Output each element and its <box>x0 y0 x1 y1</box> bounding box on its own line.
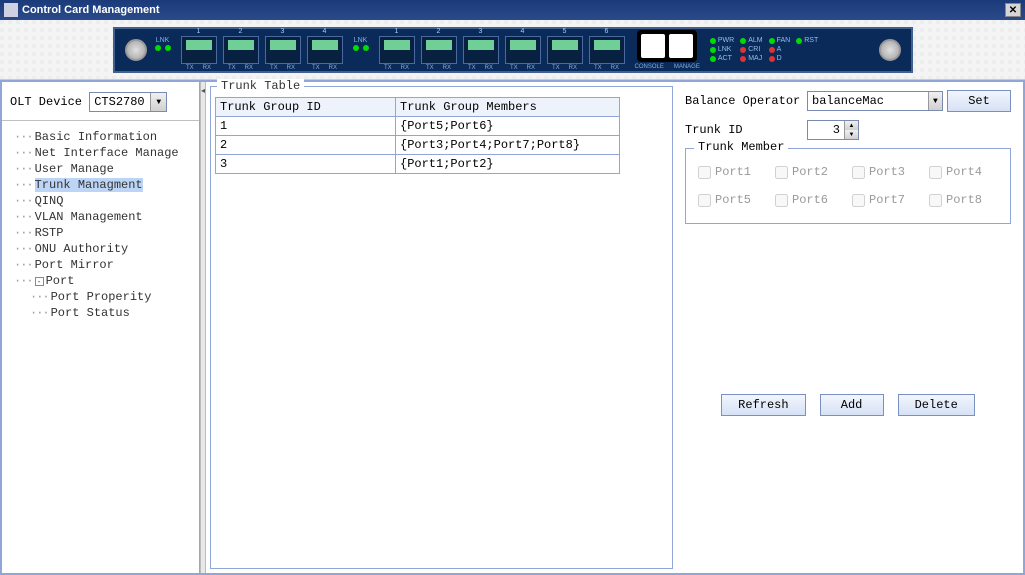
tree-node[interactable]: User Manage <box>6 161 195 177</box>
olt-device-label: OLT Device <box>10 95 82 109</box>
tree-node[interactable]: VLAN Management <box>6 209 195 225</box>
port-checkbox[interactable]: Port5 <box>698 193 767 207</box>
trunk-table-title: Trunk Table <box>217 79 304 93</box>
olt-device-combo[interactable]: ▼ <box>89 92 167 112</box>
tree-node[interactable]: ONU Authority <box>6 241 195 257</box>
tree-node[interactable]: Port Status <box>6 305 195 321</box>
splitter[interactable]: ◂ <box>200 82 206 573</box>
trunk-table-panel: Trunk Table Trunk Group ID Trunk Group M… <box>210 86 673 569</box>
device-knob-right <box>879 39 901 61</box>
trunk-member-fieldset: Trunk Member Port1Port2Port3Port4Port5Po… <box>685 148 1011 224</box>
window-title: Control Card Management <box>22 4 160 16</box>
device-image: LNK 1TXRX2TXRX3TXRX4TXRX LNK 1TXRX2TXRX3… <box>113 27 913 73</box>
trunk-id-label: Trunk ID <box>685 123 803 137</box>
col-trunk-group-members[interactable]: Trunk Group Members <box>396 98 620 117</box>
tree-node[interactable]: RSTP <box>6 225 195 241</box>
add-button[interactable]: Add <box>820 394 884 416</box>
tree-node[interactable]: QINQ <box>6 193 195 209</box>
balance-operator-combo[interactable]: ▼ <box>807 91 943 111</box>
refresh-button[interactable]: Refresh <box>721 394 805 416</box>
balance-operator-value[interactable] <box>808 92 928 110</box>
trunk-form: Balance Operator ▼ Set Trunk ID ▲▼ Trunk… <box>677 86 1019 569</box>
port-checkbox[interactable]: Port7 <box>852 193 921 207</box>
nav-tree[interactable]: Basic InformationNet Interface ManageUse… <box>2 121 199 573</box>
trunk-id-spinner[interactable]: ▲▼ <box>807 120 859 140</box>
device-knob-left <box>125 39 147 61</box>
trunk-member-legend: Trunk Member <box>694 140 788 154</box>
trunk-table[interactable]: Trunk Group ID Trunk Group Members 1{Por… <box>215 97 620 174</box>
titlebar: Control Card Management ✕ <box>0 0 1025 20</box>
trunk-id-value[interactable] <box>808 121 844 139</box>
tree-node[interactable]: Net Interface Manage <box>6 145 195 161</box>
tree-node-port[interactable]: -Port <box>6 273 195 289</box>
chevron-down-icon[interactable]: ▼ <box>150 93 166 111</box>
tree-node[interactable]: Port Mirror <box>6 257 195 273</box>
close-button[interactable]: ✕ <box>1005 3 1021 17</box>
port-checkbox[interactable]: Port3 <box>852 165 921 179</box>
olt-device-value[interactable] <box>90 93 150 111</box>
expander-icon[interactable]: - <box>35 277 44 286</box>
tree-node[interactable]: Port Properity <box>6 289 195 305</box>
col-trunk-group-id[interactable]: Trunk Group ID <box>216 98 396 117</box>
port-checkbox[interactable]: Port6 <box>775 193 844 207</box>
spinner-up-icon[interactable]: ▲ <box>844 121 858 130</box>
device-banner: LNK 1TXRX2TXRX3TXRX4TXRX LNK 1TXRX2TXRX3… <box>0 20 1025 80</box>
port-checkbox[interactable]: Port8 <box>929 193 998 207</box>
delete-button[interactable]: Delete <box>898 394 975 416</box>
spinner-down-icon[interactable]: ▼ <box>844 130 858 139</box>
tree-node[interactable]: Trunk Managment <box>6 177 195 193</box>
tree-node[interactable]: Basic Information <box>6 129 195 145</box>
chevron-down-icon[interactable]: ▼ <box>928 92 942 110</box>
balance-operator-label: Balance Operator <box>685 94 803 108</box>
port-checkbox[interactable]: Port4 <box>929 165 998 179</box>
table-row[interactable]: 1{Port5;Port6} <box>216 117 620 136</box>
chevron-left-icon: ◂ <box>201 86 205 95</box>
app-icon <box>4 3 18 17</box>
table-row[interactable]: 3{Port1;Port2} <box>216 155 620 174</box>
sidebar: OLT Device ▼ Basic InformationNet Interf… <box>2 82 200 573</box>
port-checkbox[interactable]: Port2 <box>775 165 844 179</box>
main-area: OLT Device ▼ Basic InformationNet Interf… <box>0 80 1025 575</box>
port-checkbox[interactable]: Port1 <box>698 165 767 179</box>
table-row[interactable]: 2{Port3;Port4;Port7;Port8} <box>216 136 620 155</box>
set-button[interactable]: Set <box>947 90 1011 112</box>
